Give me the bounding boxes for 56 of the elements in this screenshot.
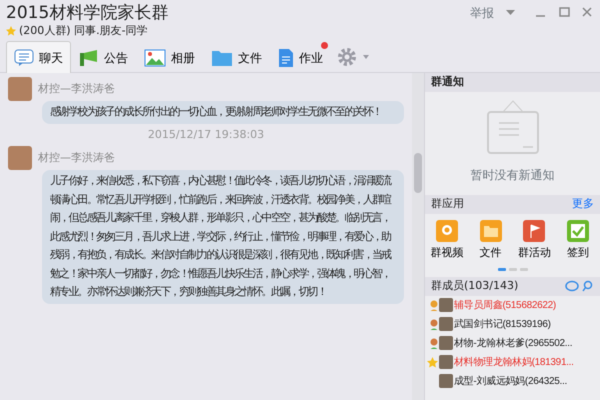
chat-icon xyxy=(14,48,34,66)
member-row[interactable]: 材料物理龙翰林妈(181391... xyxy=(425,352,600,372)
member-name: 辅导员周鑫(515682622) xyxy=(454,298,556,312)
section-title: 群应用 xyxy=(431,196,464,212)
settings-icon[interactable] xyxy=(337,47,371,67)
folder-icon xyxy=(480,220,502,242)
member-name: 武国剑书记(81539196) xyxy=(454,318,551,332)
avatar xyxy=(8,146,32,170)
member-row[interactable]: 材物-龙翰林老爹(2965502... xyxy=(425,334,600,352)
window-controls-icon[interactable] xyxy=(506,7,592,19)
member-row[interactable]: 武国剑书记(81539196) xyxy=(425,314,600,334)
member-name: 材物-龙翰林老爹(2965502... xyxy=(454,336,572,350)
tab[interactable]: 聊天 xyxy=(6,41,71,73)
member-row[interactable]: 成型-刘威远妈妈(264325... xyxy=(425,372,600,390)
app-button[interactable]: 群视频 xyxy=(426,220,467,262)
group-subtitle: (200人群) 同事.朋友-同学 xyxy=(19,24,148,38)
tab[interactable]: 相册 xyxy=(136,41,203,73)
document-icon xyxy=(278,48,294,68)
avatar xyxy=(439,374,453,388)
avatar xyxy=(439,336,453,350)
avatar xyxy=(439,317,453,331)
page-indicator[interactable] xyxy=(520,268,528,270)
star-icon xyxy=(427,356,438,368)
message-bubble: 感谢学校为孩子的成长所付出的一切心血，更谢谢周老师对学生无微不至的关怀！ xyxy=(42,101,404,124)
section-title: 群通知 xyxy=(431,74,464,90)
member-name: 成型-刘威远妈妈(264325... xyxy=(454,374,567,388)
avatar xyxy=(8,77,32,101)
star-icon xyxy=(6,26,16,36)
search-icon[interactable] xyxy=(564,280,594,292)
member-name: 材料物理龙翰林妈(181391... xyxy=(454,356,574,370)
folder-icon xyxy=(211,48,233,66)
window-title: 2015材料学院家长群 xyxy=(6,2,168,24)
message-bubble: 儿子你好，来信收悉，私下窃喜，内心甚慰！值此冷冬，读吾儿切切心语，涓涓暖流顿满心田。常忆吾儿开学报到，忙前跑后，来回奔波，汗透衣背。校园净美，人群喧闹，但总感吾儿离家千里，穿梭人群，形单影只，心中空空，甚为酸楚。临别无言，此感尤烈！匆匆三月，吾儿求上进，学交际，约行止，懂节俭，明事理，有爱心，助残弱，有抱负，有成长。来信对自制力的认识很是深刻，很有见地，既知利害，当戒勉之！家中亲人一切都好，勿念！惟愿吾儿快乐生活，静心求学，强体魄，明心智，精专业。亦常怀达则兼济天下，穷则独善其身之情怀。此嘱，切切！ xyxy=(42,170,404,304)
report-link[interactable]: 举报 xyxy=(470,4,494,22)
app-button[interactable]: 文件 xyxy=(470,220,511,262)
megaphone-icon xyxy=(79,48,99,66)
message-timestamp: 2015/12/17 19:38:03 xyxy=(146,126,266,142)
empty-notice-text: 暂时没有新通知 xyxy=(470,167,554,184)
app-button[interactable]: 签到 xyxy=(558,220,598,262)
tab[interactable]: 文件 xyxy=(203,41,270,73)
section-title: 群成员(103/143) xyxy=(431,278,518,294)
sender-name: 材控—李洪涛爸 xyxy=(38,150,115,166)
noticeboard-icon xyxy=(486,100,538,154)
tab[interactable]: 作业 xyxy=(270,41,331,73)
avatar xyxy=(439,355,453,369)
flag-icon xyxy=(523,220,546,242)
avatar xyxy=(439,298,453,312)
picture-icon xyxy=(144,48,166,66)
page-indicator[interactable] xyxy=(508,268,516,270)
member-row[interactable]: 辅导员周鑫(515682622) xyxy=(425,296,600,314)
page-indicator[interactable] xyxy=(498,268,506,270)
webcam-icon xyxy=(436,220,458,242)
tab[interactable]: 公告 xyxy=(71,41,136,73)
checkbox-icon xyxy=(567,220,590,242)
sender-name: 材控—李洪涛爸 xyxy=(38,80,115,97)
app-button[interactable]: 群活动 xyxy=(514,220,554,262)
